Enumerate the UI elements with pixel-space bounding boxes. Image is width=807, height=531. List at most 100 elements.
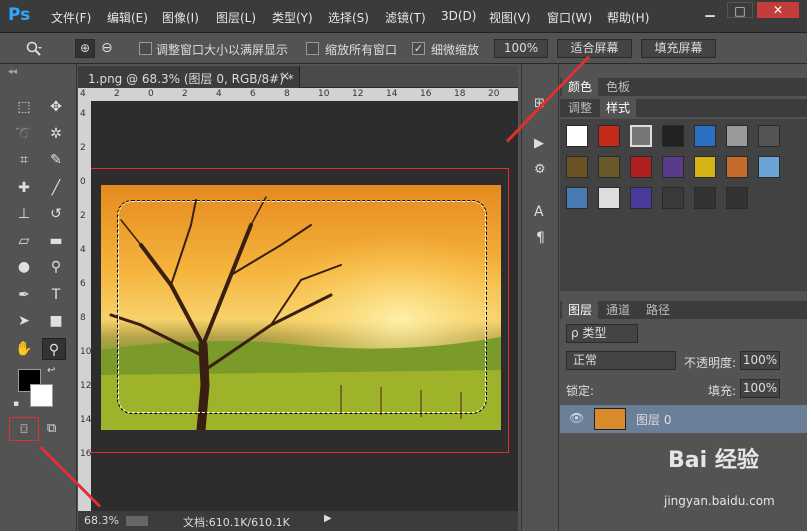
zoom-tool-active-icon[interactable]: ⚲ (42, 338, 66, 360)
dodge-tool-icon[interactable]: ⚲ (44, 256, 68, 278)
blur-tool-icon[interactable]: ● (12, 256, 36, 278)
layer-kind-filter[interactable]: ρ 类型 (566, 324, 638, 343)
style-none[interactable] (566, 125, 588, 147)
style-swatch[interactable] (630, 125, 652, 147)
swap-colors-icon[interactable]: ↩ (47, 365, 55, 376)
style-swatch[interactable] (566, 187, 588, 209)
eyedropper-tool-icon[interactable]: ✎ (44, 149, 68, 171)
document-tab[interactable]: 1.png @ 68.3% (图层 0, RGB/8#) * × (78, 66, 300, 88)
menu-3d[interactable]: 3D(D) (441, 9, 476, 23)
ruler-tick-label: 0 (80, 177, 86, 187)
menu-select[interactable]: 选择(S) (328, 9, 369, 26)
style-swatch[interactable] (598, 156, 620, 178)
tab-swatches[interactable]: 色板 (600, 78, 636, 96)
blend-mode-select[interactable]: 正常 (566, 351, 676, 370)
background-color-swatch[interactable] (30, 384, 53, 407)
zoom-100-button[interactable]: 100% (494, 39, 548, 58)
pen-tool-icon[interactable]: ✒ (12, 284, 36, 306)
tab-paths[interactable]: 路径 (640, 301, 676, 319)
style-swatch[interactable] (662, 125, 684, 147)
path-selection-tool-icon[interactable]: ➤ (12, 310, 36, 332)
opacity-input[interactable]: 100% (740, 351, 780, 370)
style-swatch[interactable] (598, 125, 620, 147)
zoom-level[interactable]: 68.3% (84, 514, 119, 527)
scrubby-zoom-label: 细微缩放 (431, 43, 480, 57)
maximize-button[interactable]: □ (727, 2, 753, 18)
collapse-icon[interactable]: ◂◂ (8, 67, 17, 77)
close-window-button[interactable]: ✕ (757, 2, 799, 18)
fill-screen-button[interactable]: 填充屏幕 (641, 39, 716, 58)
watermark-url: jingyan.baidu.com (664, 494, 775, 508)
zoom-out-icon[interactable]: ⊖ (101, 40, 113, 56)
fit-screen-button[interactable]: 适合屏幕 (557, 39, 632, 58)
move-tool-icon[interactable]: ✥ (44, 96, 68, 118)
toolbox: ◂◂ ⬚ ✥ ➰ ✲ ⌗ ✎ ✚ ╱ ⊥ ↺ ▱ ▬ ● ⚲ ✒ T ➤ ■ ✋… (0, 64, 77, 531)
healing-brush-tool-icon[interactable]: ✚ (12, 177, 36, 199)
resize-windows-checkbox[interactable] (139, 42, 152, 55)
menu-window[interactable]: 窗口(W) (547, 9, 592, 26)
style-swatch[interactable] (726, 187, 748, 209)
style-swatch[interactable] (566, 156, 588, 178)
tab-adjustments[interactable]: 调整 (562, 99, 598, 117)
zoom-tool-icon[interactable] (26, 41, 44, 57)
menu-file[interactable]: 文件(F) (51, 9, 91, 26)
gradient-tool-icon[interactable]: ▬ (44, 230, 68, 252)
menu-layer[interactable]: 图层(L) (216, 9, 256, 26)
status-menu-arrow-icon[interactable]: ▶ (324, 513, 332, 524)
character-panel-icon[interactable]: A (534, 204, 544, 220)
shape-tool-icon[interactable]: ■ (44, 310, 68, 332)
type-tool-icon[interactable]: T (44, 284, 68, 306)
style-swatch[interactable] (758, 156, 780, 178)
close-document-icon[interactable]: × (280, 69, 290, 83)
layer-row[interactable]: 👁 图层 0 (560, 405, 807, 433)
visibility-eye-icon[interactable]: 👁 (569, 411, 584, 425)
magic-wand-tool-icon[interactable]: ✲ (44, 123, 68, 145)
paragraph-panel-icon[interactable]: ¶ (536, 230, 545, 246)
properties-panel-icon[interactable]: ⚙ (534, 162, 546, 177)
style-swatch[interactable] (694, 187, 716, 209)
fill-input[interactable]: 100% (740, 379, 780, 398)
clone-stamp-tool-icon[interactable]: ⊥ (12, 203, 36, 225)
eraser-tool-icon[interactable]: ▱ (12, 230, 36, 252)
menu-image[interactable]: 图像(I) (162, 9, 199, 26)
tab-styles[interactable]: 样式 (600, 99, 637, 117)
style-swatch[interactable] (758, 125, 780, 147)
ruler-tick-label: 2 (80, 211, 86, 221)
style-swatch[interactable] (662, 187, 684, 209)
style-swatch[interactable] (598, 187, 620, 209)
menu-view[interactable]: 视图(V) (489, 9, 531, 26)
style-swatch[interactable] (630, 187, 652, 209)
minimize-button[interactable]: ▁ (697, 2, 723, 18)
scrubby-zoom-checkbox[interactable]: ✓ (412, 42, 425, 55)
ruler-tick-label: 2 (182, 89, 188, 99)
crop-tool-icon[interactable]: ⌗ (12, 149, 36, 171)
menu-help[interactable]: 帮助(H) (607, 9, 649, 26)
screen-mode-icon[interactable]: ⧉ (47, 421, 56, 436)
brush-tool-icon[interactable]: ╱ (44, 177, 68, 199)
style-swatch[interactable] (630, 156, 652, 178)
menu-filter[interactable]: 滤镜(T) (385, 9, 426, 26)
zoom-in-icon[interactable]: ⊕ (75, 39, 95, 58)
default-colors-icon[interactable]: ▪ (13, 399, 19, 409)
style-swatch[interactable] (726, 156, 748, 178)
tab-channels[interactable]: 通道 (600, 301, 636, 319)
ruler-tick-label: 4 (80, 245, 86, 255)
menu-type[interactable]: 类型(Y) (272, 9, 313, 26)
style-swatch[interactable] (662, 156, 684, 178)
ruler-tick-label: 20 (488, 89, 500, 99)
style-swatch[interactable] (726, 125, 748, 147)
quick-mask-icon[interactable]: ⌼ (9, 417, 39, 441)
marquee-tool-icon[interactable]: ⬚ (12, 96, 36, 118)
hand-tool-icon[interactable]: ✋ (12, 338, 36, 360)
style-swatch[interactable] (694, 125, 716, 147)
lasso-tool-icon[interactable]: ➰ (12, 123, 36, 145)
ruler-tick-label: 4 (216, 89, 222, 99)
menu-edit[interactable]: 编辑(E) (107, 9, 148, 26)
actions-panel-icon[interactable]: ▶ (534, 136, 544, 151)
layer-name[interactable]: 图层 0 (636, 411, 671, 428)
canvas-area[interactable] (91, 101, 518, 511)
zoom-all-windows-checkbox[interactable] (306, 42, 319, 55)
style-swatch[interactable] (694, 156, 716, 178)
history-brush-tool-icon[interactable]: ↺ (44, 203, 68, 225)
tab-layers[interactable]: 图层 (562, 301, 599, 319)
